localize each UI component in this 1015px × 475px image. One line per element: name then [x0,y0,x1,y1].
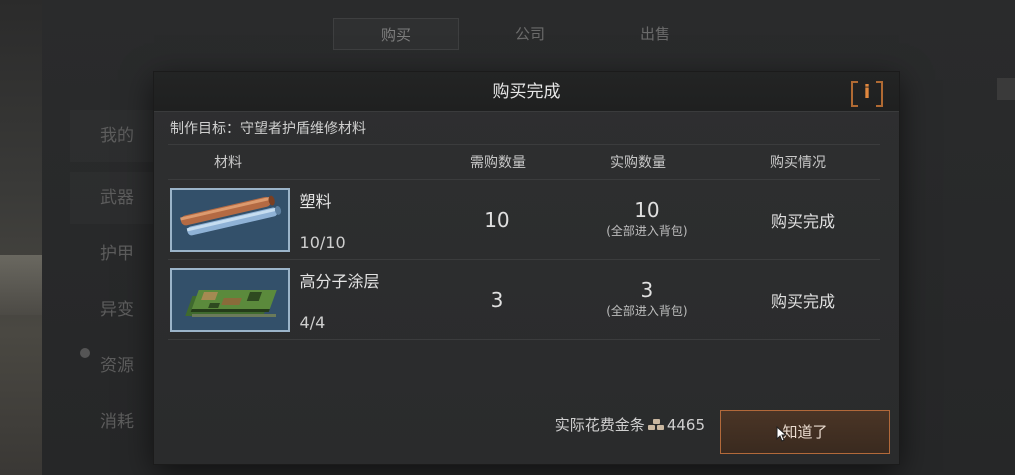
bg-tab-buy: 购买 [333,18,459,50]
real-quantity: 10 [634,198,660,222]
purchase-table: 材料 需购数量 实购数量 购买情况 塑料 10/10 10 10 (全部进入背包… [168,144,880,340]
table-header: 材料 需购数量 实购数量 购买情况 [168,144,880,180]
table-row: 塑料 10/10 10 10 (全部进入背包) 购买完成 [168,180,880,260]
dialog-header: 购买完成 i [154,72,899,112]
confirm-button[interactable]: 知道了 [720,410,890,454]
item-name: 塑料 [299,191,332,211]
item-info: 高分子涂层 4/4 [300,268,444,332]
dialog-title: 购买完成 [492,82,561,102]
info-icon[interactable]: i [851,80,883,107]
gold-bar-icon [647,418,666,431]
real-quantity: 3 [640,278,654,302]
background-scene-left [0,0,42,475]
cost-value: 4465 [666,415,705,434]
column-header-material: 材料 [214,155,242,171]
plastic-rods-icon [170,187,290,252]
real-quantity-note: (全部进入背包) [606,224,688,238]
bg-side-button [997,78,1015,100]
purchase-status: 购买完成 [770,211,835,231]
mouse-cursor-icon [776,426,788,442]
item-count: 4/4 [299,312,326,332]
need-quantity: 10 [484,207,510,232]
item-info: 塑料 10/10 [300,188,444,252]
column-header-status: 购买情况 [770,155,826,171]
item-name: 高分子涂层 [299,271,380,291]
column-header-need: 需购数量 [470,155,526,171]
item-count: 10/10 [299,232,346,252]
purchase-complete-dialog: 购买完成 i 制作目标：守望者护盾维修材料 材料 需购数量 实购数量 购买情况 [154,72,899,464]
total-cost: 实际花费金条 4465 [555,414,705,435]
need-quantity: 3 [490,287,504,312]
real-quantity-cell: 3 (全部进入背包) [570,280,724,319]
table-row: 高分子涂层 4/4 3 3 (全部进入背包) 购买完成 [168,260,880,340]
bg-tab-company: 公司 [514,25,545,43]
real-quantity-cell: 10 (全部进入背包) [570,200,724,239]
purchase-status: 购买完成 [770,291,835,311]
real-quantity-note: (全部进入背包) [606,304,688,318]
crafting-target-label: 制作目标：守望者护盾维修材料 [170,121,366,137]
column-header-real: 实购数量 [610,155,666,171]
background-tab-bar: 购买 公司 出售 [0,18,1015,52]
bg-tab-sell: 出售 [639,25,670,43]
polymer-coating-icon [170,267,290,332]
cost-label: 实际花费金条 [554,416,645,434]
